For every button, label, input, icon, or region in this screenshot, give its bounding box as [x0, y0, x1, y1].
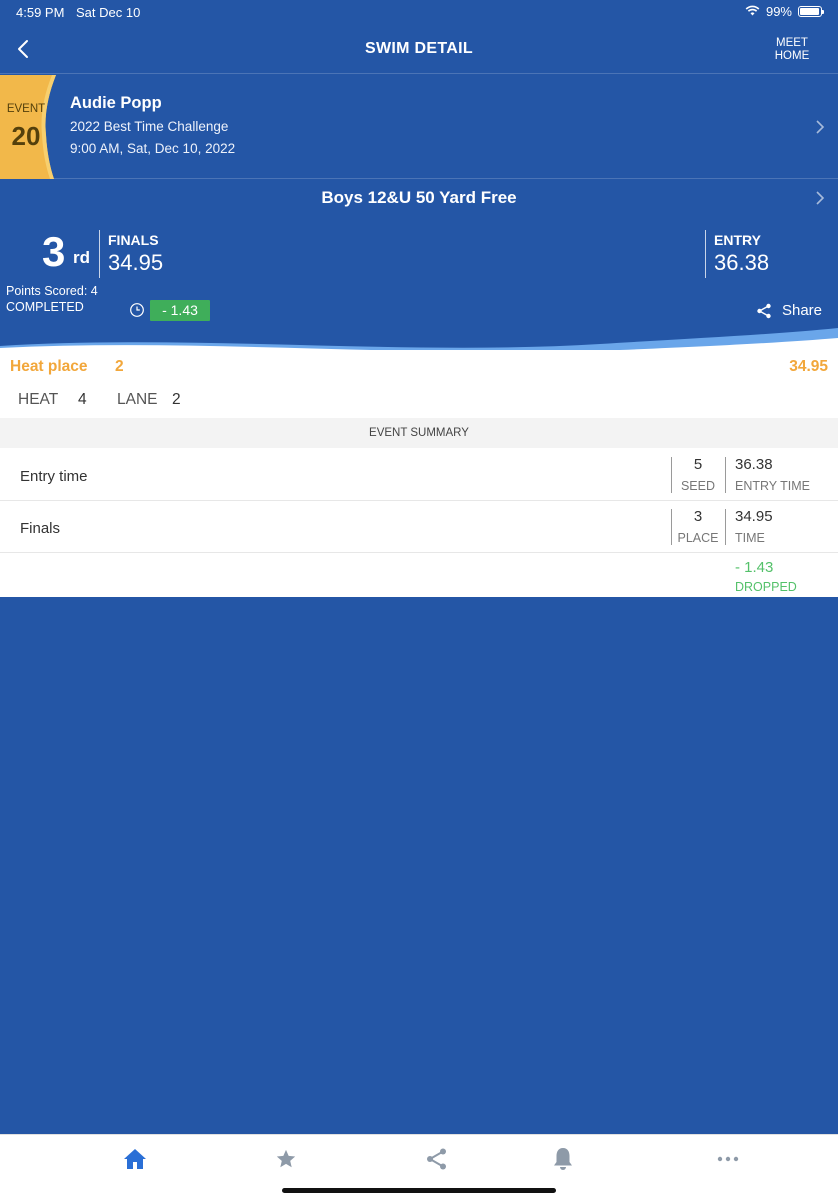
battery-percent: 99%	[765, 4, 792, 19]
finals-time: 34.95	[108, 250, 164, 275]
meet-home-line1: MEET	[776, 37, 808, 49]
lane-label: LANE	[117, 391, 158, 408]
tab-bar	[0, 1134, 838, 1200]
dropped-value: - 1.43	[735, 559, 774, 576]
improvement-badge: - 1.43	[150, 300, 210, 321]
divider	[99, 230, 100, 278]
share-label: Share	[781, 302, 822, 319]
lane-value: 2	[172, 391, 181, 408]
heat-summary-area: Heat place 2 34.95 HEAT 4 LANE 2 EVENT S…	[0, 350, 838, 597]
dropped-label: DROPPED	[735, 580, 797, 594]
event-label: EVENT	[6, 103, 46, 115]
meet-home-button[interactable]: MEET HOME	[772, 37, 812, 63]
summary-row-finals: Finals 3 PLACE 34.95 TIME	[0, 501, 838, 553]
heat-value: 4	[78, 391, 87, 408]
summary-row-entry: Entry time 5 SEED 36.38 ENTRY TIME	[0, 449, 838, 501]
row-label: Finals	[20, 520, 61, 537]
place-number: 3	[42, 228, 66, 275]
divider	[705, 230, 706, 278]
divider	[725, 509, 726, 545]
finals-label: FINALS	[108, 232, 159, 248]
points-scored: Points Scored: 4	[6, 284, 98, 298]
nav-bar: SWIM DETAIL MEET HOME	[0, 24, 838, 74]
seed-value: 5	[693, 456, 703, 473]
entry-time-value: 36.38	[735, 456, 773, 473]
meet-home-line2: HOME	[774, 50, 810, 62]
row-label: Entry time	[20, 468, 88, 485]
place-suffix: rd	[73, 248, 90, 267]
chevron-right-icon	[816, 191, 825, 205]
event-number: 20	[11, 121, 41, 151]
event-header[interactable]: EVENT 20 Audie Popp 2022 Best Time Chall…	[0, 75, 838, 179]
status-bar: 4:59 PM Sat Dec 10 99%	[0, 0, 838, 24]
more-icon	[717, 1156, 739, 1162]
status-date: Sat Dec 10	[76, 5, 141, 20]
meet-datetime: 9:00 AM, Sat, Dec 10, 2022	[70, 141, 236, 156]
page-title: SWIM DETAIL	[365, 40, 473, 57]
finals-time-value: 34.95	[735, 508, 773, 525]
tab-share[interactable]	[417, 1143, 457, 1175]
status-right: 99%	[745, 4, 824, 19]
tab-more[interactable]	[708, 1143, 748, 1175]
event-title-row[interactable]: Boys 12&U 50 Yard Free	[0, 180, 838, 216]
share-button[interactable]: Share	[756, 302, 822, 319]
tab-favorites[interactable]	[266, 1143, 306, 1175]
share-icon	[757, 303, 771, 318]
home-indicator	[282, 1188, 556, 1193]
event-title: Boys 12&U 50 Yard Free	[321, 188, 517, 207]
swimmer-name: Audie Popp	[70, 94, 162, 112]
status-completed: COMPLETED	[6, 300, 84, 314]
place-label: PLACE	[677, 531, 719, 545]
meet-name: 2022 Best Time Challenge	[70, 119, 229, 134]
clock-icon	[130, 303, 144, 317]
place-value: 3	[693, 508, 703, 525]
seed-label: SEED	[680, 479, 716, 493]
divider	[725, 457, 726, 493]
entry-time: 36.38	[714, 250, 770, 275]
home-icon	[124, 1149, 146, 1169]
entry-time-label: ENTRY TIME	[735, 479, 811, 493]
event-summary-header: EVENT SUMMARY	[0, 418, 838, 448]
event-badge: EVENT 20	[0, 75, 58, 179]
heat-place-label: Heat place	[10, 358, 88, 375]
heat-time: 34.95	[789, 358, 828, 375]
heat-place-value: 2	[115, 358, 124, 375]
status-time: 4:59 PM	[16, 5, 65, 20]
wifi-icon	[745, 4, 760, 19]
tab-notifications[interactable]	[543, 1143, 583, 1175]
finals-time-label: TIME	[735, 531, 765, 545]
share-icon	[427, 1148, 446, 1170]
heat-label: HEAT	[18, 391, 59, 408]
bell-icon	[554, 1148, 572, 1170]
battery-icon	[798, 6, 824, 17]
tab-home[interactable]	[115, 1143, 155, 1175]
entry-label: ENTRY	[714, 232, 761, 248]
chevron-right-icon	[816, 120, 825, 134]
star-icon	[276, 1149, 296, 1168]
